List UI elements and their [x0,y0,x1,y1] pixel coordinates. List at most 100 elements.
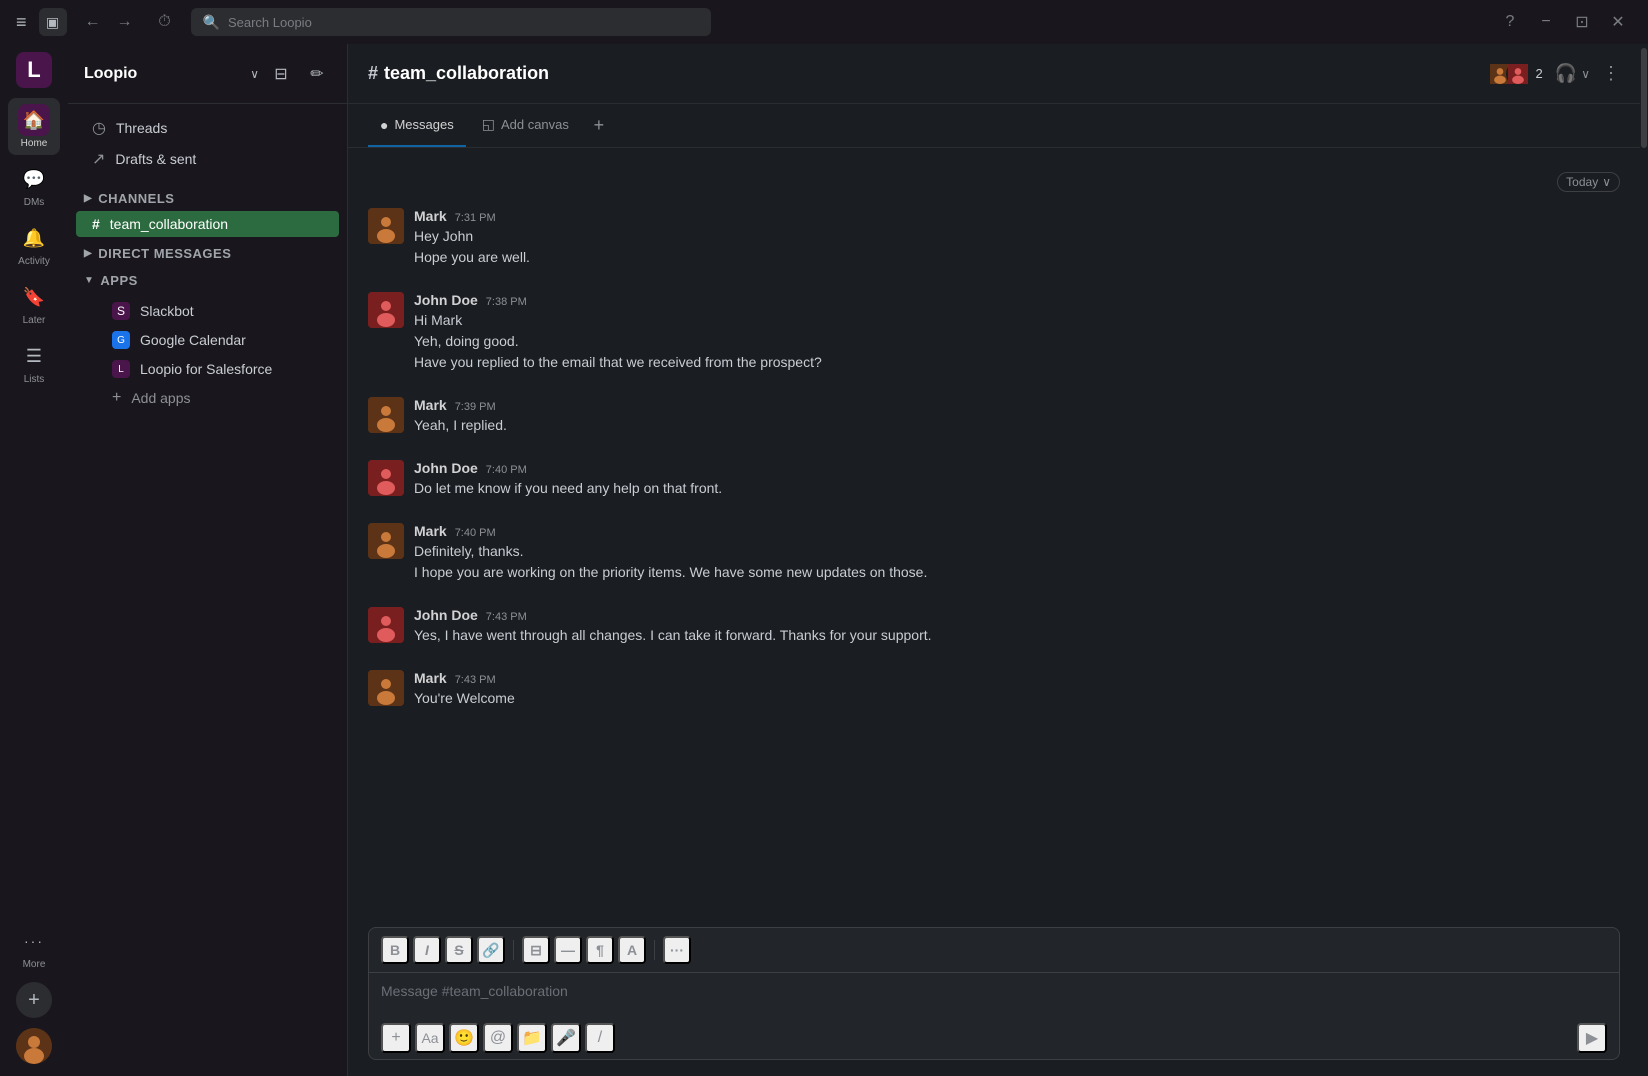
message-text-5b: I hope you are working on the priority i… [414,562,1620,583]
code-button[interactable]: A [618,936,646,964]
threads-nav-item[interactable]: ◷ Threads [76,113,339,143]
drafts-icon: ↗ [92,149,105,169]
more-icon: ··· [18,925,50,957]
search-bar[interactable]: 🔍 Search Loopio [191,8,711,36]
format-text-button[interactable]: Aa [415,1023,445,1053]
link-button[interactable]: 🔗 [477,936,505,964]
google-calendar-icon: G [112,331,130,349]
apps-section-header[interactable]: ▼ Apps [68,265,347,292]
audio-button[interactable]: 🎤 [551,1023,581,1053]
date-divider: Today ∨ [368,172,1620,192]
workspace-name[interactable]: Loopio [84,65,242,83]
app-logo[interactable]: L [16,52,52,88]
message-author-5: Mark [414,523,447,539]
add-attachment-button[interactable]: + [381,1023,411,1053]
message-header-7: Mark 7:43 PM [414,670,1620,686]
channels-section-header[interactable]: ▶ Channels [68,183,347,210]
message-text-6: Yes, I have went through all changes. I … [414,625,1620,646]
bold-button[interactable]: B [381,936,409,964]
more-label: More [23,959,46,970]
google-calendar-app-item[interactable]: G Google Calendar [76,326,339,354]
tab-add-canvas[interactable]: ◱ Add canvas [470,104,581,147]
topbar: ≡ ▣ ← → ⏱ 🔍 Search Loopio ? − ⊡ ✕ [0,0,1648,44]
sidebar-item-later[interactable]: 🔖 Later [8,275,60,332]
channel-team-collaboration[interactable]: # team_collaboration [76,211,339,237]
slash-command-button[interactable]: / [585,1023,615,1053]
list-button[interactable]: ⊟ [522,936,550,964]
message-author-1: Mark [414,208,447,224]
slackbot-app-item[interactable]: S Slackbot [76,297,339,325]
canvas-tab-icon: ◱ [482,116,495,133]
date-label[interactable]: Today ∨ [1557,172,1620,192]
date-text: Today [1566,175,1598,189]
help-button[interactable]: ? [1496,8,1524,36]
loopio-salesforce-app-item[interactable]: L Loopio for Salesforce [76,355,339,383]
channel-area: # team_collaboration 2 🎧 [348,44,1640,1076]
add-apps-item[interactable]: + Add apps [76,384,339,412]
sidebar-toggle-btn[interactable]: ▣ [39,8,67,36]
emoji-button[interactable]: 🙂 [449,1023,479,1053]
channel-name-label: team_collaboration [110,216,228,232]
home-label: Home [21,138,48,149]
right-scrollbar [1640,44,1648,1076]
more-options-button[interactable]: ⋮ [1602,63,1620,84]
files-button[interactable]: 📁 [517,1023,547,1053]
hamburger-icon[interactable]: ≡ [16,12,27,33]
message-author-6: John Doe [414,607,478,623]
dm-section-header[interactable]: ▶ Direct messages [68,238,347,265]
sidebar-item-lists[interactable]: ☰ Lists [8,334,60,391]
restore-button[interactable]: ⊡ [1568,8,1596,36]
forward-button[interactable]: → [111,8,139,36]
back-button[interactable]: ← [79,8,107,36]
sidebar-item-activity[interactable]: 🔔 Activity [8,216,60,273]
filter-button[interactable]: ⊟ [267,60,295,88]
message-group-2: John Doe 7:38 PM Hi Mark Yeh, doing good… [368,288,1620,377]
left-panel-nav: ◷ Threads ↗ Drafts & sent [68,104,347,183]
blockquote-button[interactable]: ¶ [586,936,614,964]
input-placeholder: Message #team_collaboration [381,983,568,999]
input-bottom-bar: + Aa 🙂 @ 📁 🎤 / ▶ [369,1017,1619,1059]
message-header-3: Mark 7:39 PM [414,397,1620,413]
message-text-4: Do let me know if you need any help on t… [414,478,1620,499]
history-button[interactable]: ⏱ [151,8,179,36]
drafts-nav-item[interactable]: ↗ Drafts & sent [76,144,339,174]
john-avatar-3 [368,607,404,643]
message-text-7: You're Welcome [414,688,1620,709]
members-button[interactable]: 2 [1488,62,1543,86]
sidebar-item-more[interactable]: ··· More [8,919,60,976]
minimize-button[interactable]: − [1532,8,1560,36]
message-time-1: 7:31 PM [455,212,496,224]
tab-messages[interactable]: ● Messages [368,104,466,147]
message-content-5: Mark 7:40 PM Definitely, thanks. I hope … [414,523,1620,583]
sidebar-item-home[interactable]: 🏠 Home [8,98,60,155]
message-time-7: 7:43 PM [455,674,496,686]
more-formatting-button[interactable]: ··· [663,936,691,964]
add-tab-button[interactable]: + [585,112,613,140]
scrollbar-thumb [1641,48,1647,148]
send-button[interactable]: ▶ [1577,1023,1607,1053]
message-group-6: John Doe 7:43 PM Yes, I have went throug… [368,603,1620,650]
message-input-field[interactable]: Message #team_collaboration [369,973,1619,1017]
strikethrough-button[interactable]: S [445,936,473,964]
search-placeholder: Search Loopio [228,15,312,30]
compose-button[interactable]: ✏ [303,60,331,88]
italic-button[interactable]: I [413,936,441,964]
message-text-1b: Hope you are well. [414,247,1620,268]
member-count: 2 [1536,66,1543,81]
left-panel: Loopio ∨ ⊟ ✏ ◷ Threads ↗ Drafts & sent ▶… [68,44,348,1076]
apps-section-label: Apps [100,273,137,288]
john-avatar-2 [368,460,404,496]
user-avatar[interactable] [16,1028,52,1064]
mention-button[interactable]: @ [483,1023,513,1053]
lists-icon: ☰ [18,340,50,372]
toolbar-divider-1 [513,940,514,960]
sidebar-item-dms[interactable]: 💬 DMs [8,157,60,214]
message-group-4: John Doe 7:40 PM Do let me know if you n… [368,456,1620,503]
member-avatars [1488,62,1530,86]
close-button[interactable]: ✕ [1604,8,1632,36]
input-toolbar: B I S 🔗 ⊟ — ¶ A ··· [369,928,1619,973]
ordered-list-button[interactable]: — [554,936,582,964]
call-button[interactable]: 🎧 ∨ [1555,63,1590,84]
channel-hash-icon: # [368,63,378,84]
add-workspace-button[interactable]: + [16,982,52,1018]
